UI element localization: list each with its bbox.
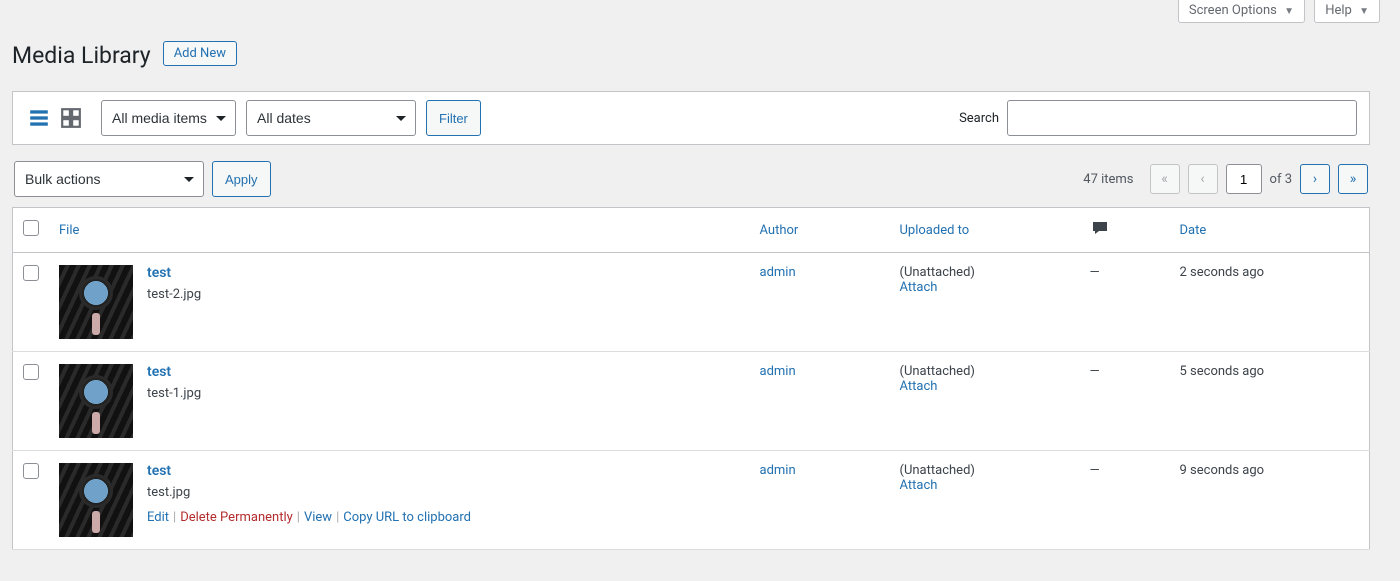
table-row: test test.jpg Edit|Delete Permanently|View…: [13, 451, 1370, 550]
uploaded-to-text: (Unattached): [900, 364, 1070, 379]
next-page-button[interactable]: ›: [1300, 164, 1330, 194]
media-type-select[interactable]: All media items: [101, 100, 236, 136]
current-page-input[interactable]: [1226, 164, 1262, 194]
col-header-uploaded-to[interactable]: Uploaded to: [900, 223, 970, 238]
select-all-checkbox[interactable]: [23, 220, 39, 236]
media-thumbnail[interactable]: [59, 364, 133, 438]
media-title-link[interactable]: test: [147, 364, 171, 380]
prev-page-button[interactable]: ‹: [1188, 164, 1218, 194]
row-checkbox[interactable]: [23, 364, 39, 380]
media-filename: test-1.jpg: [147, 386, 201, 401]
date-cell: 2 seconds ago: [1170, 253, 1370, 352]
edit-link[interactable]: Edit: [147, 510, 169, 525]
item-count: 47 items: [1083, 172, 1133, 187]
date-cell: 9 seconds ago: [1170, 451, 1370, 550]
col-header-file[interactable]: File: [59, 223, 79, 238]
bulk-actions-select[interactable]: Bulk actions: [14, 161, 204, 197]
media-title-link[interactable]: test: [147, 265, 171, 281]
date-select[interactable]: All dates: [246, 100, 416, 136]
view-link[interactable]: View: [304, 510, 332, 525]
row-actions: Edit|Delete Permanently|View|Copy URL to…: [147, 510, 471, 525]
chevron-down-icon: ▼: [1284, 6, 1294, 17]
total-pages-text: of 3: [1270, 172, 1292, 187]
row-checkbox[interactable]: [23, 265, 39, 281]
tablenav-top: Bulk actions Apply 47 items « ‹ of 3 › »: [12, 161, 1370, 197]
attach-link[interactable]: Attach: [900, 478, 938, 493]
col-header-author[interactable]: Author: [760, 223, 799, 238]
page-title: Media Library: [12, 33, 151, 73]
search-input[interactable]: [1007, 100, 1357, 136]
media-thumbnail[interactable]: [59, 463, 133, 537]
first-page-button[interactable]: «: [1150, 164, 1180, 194]
comments-cell: —: [1080, 253, 1170, 352]
uploaded-to-text: (Unattached): [900, 265, 1070, 280]
list-view-icon[interactable]: [25, 104, 53, 132]
uploaded-to-text: (Unattached): [900, 463, 1070, 478]
author-link[interactable]: admin: [760, 364, 796, 379]
table-row: test test-2.jpg admin (Unattached)Attach —2 …: [13, 253, 1370, 352]
filter-toolbar: All media items All dates Filter Search: [12, 91, 1370, 145]
screen-options-button[interactable]: Screen Options ▼: [1178, 0, 1305, 23]
media-thumbnail[interactable]: [59, 265, 133, 339]
help-button[interactable]: Help ▼: [1314, 0, 1380, 23]
comments-cell: —: [1080, 451, 1170, 550]
delete-link[interactable]: Delete Permanently: [180, 510, 293, 525]
date-cell: 5 seconds ago: [1170, 352, 1370, 451]
col-header-date[interactable]: Date: [1180, 223, 1207, 238]
add-new-button[interactable]: Add New: [163, 41, 237, 66]
row-checkbox[interactable]: [23, 463, 39, 479]
comment-icon: [1090, 218, 1110, 238]
author-link[interactable]: admin: [760, 463, 796, 478]
search-label: Search: [959, 111, 999, 126]
chevron-down-icon: ▼: [1359, 6, 1369, 17]
media-title-link[interactable]: test: [147, 463, 171, 479]
media-filename: test.jpg: [147, 485, 471, 500]
comments-cell: —: [1080, 352, 1170, 451]
help-label: Help: [1325, 3, 1352, 18]
apply-button[interactable]: Apply: [212, 161, 271, 197]
last-page-button[interactable]: »: [1338, 164, 1368, 194]
filter-button[interactable]: Filter: [426, 100, 481, 136]
attach-link[interactable]: Attach: [900, 280, 938, 295]
col-header-comments[interactable]: [1080, 208, 1170, 253]
screen-meta-links: Screen Options ▼ Help ▼: [0, 0, 1400, 23]
copy-url-link[interactable]: Copy URL to clipboard: [343, 510, 471, 525]
table-row: test test-1.jpg admin (Unattached)Attach —5 …: [13, 352, 1370, 451]
author-link[interactable]: admin: [760, 265, 796, 280]
screen-options-label: Screen Options: [1189, 3, 1277, 18]
grid-view-icon[interactable]: [57, 104, 85, 132]
media-filename: test-2.jpg: [147, 287, 201, 302]
media-table: File Author Uploaded to Date test test-2.…: [12, 207, 1370, 550]
attach-link[interactable]: Attach: [900, 379, 938, 394]
